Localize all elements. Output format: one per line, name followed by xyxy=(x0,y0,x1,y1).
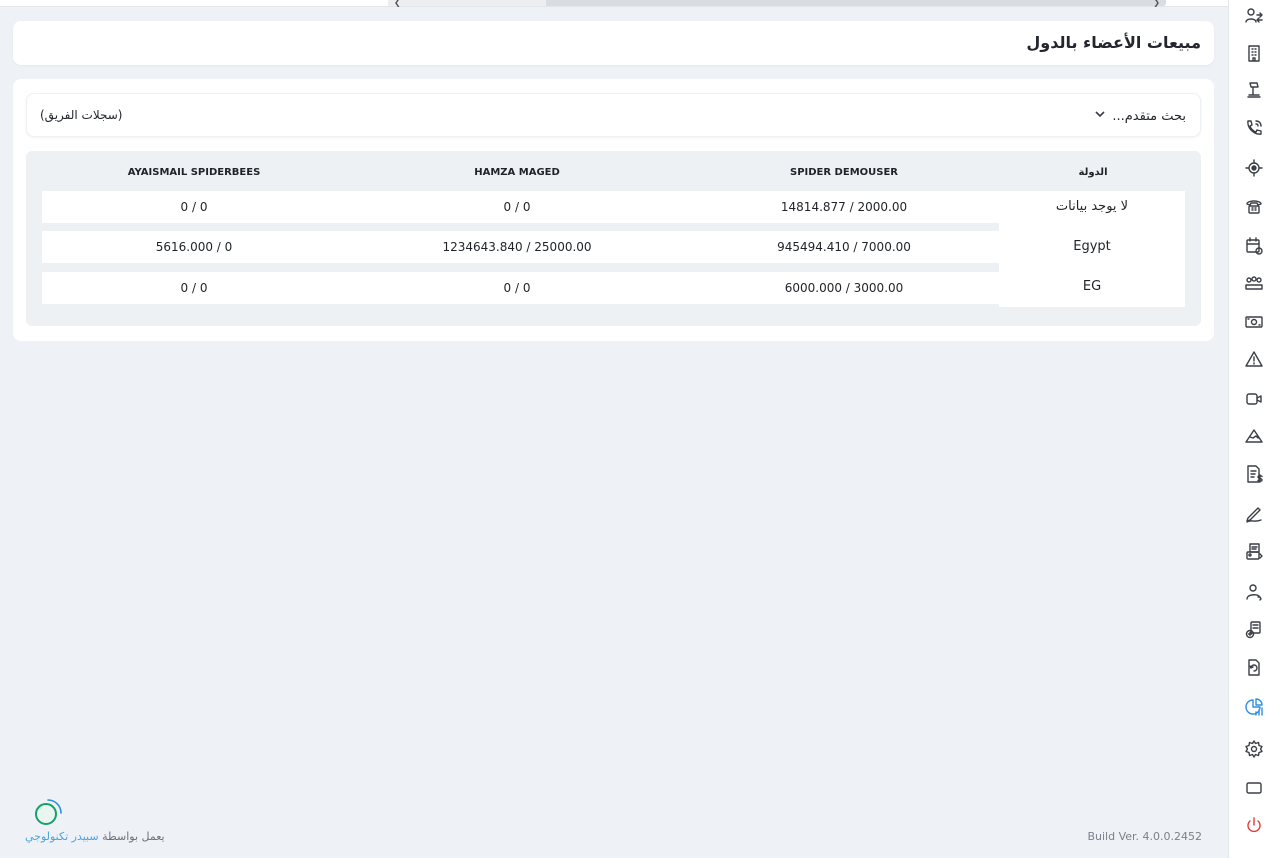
header-hamza-maged: HAMZA MAGED xyxy=(474,167,560,178)
sales-table: الدولة SPIDER DEMOUSER HAMZA MAGED AYAIS… xyxy=(26,151,1201,326)
cell-hamza-maged: 1234643.840 / 25000.00 xyxy=(442,240,592,254)
invoice-dollar-icon[interactable] xyxy=(1243,463,1265,485)
cell-hamza-maged: 0 / 0 xyxy=(503,200,531,214)
cell-country: لا يوجد بيانات xyxy=(1055,199,1129,214)
cell-spider-demouser: 945494.410 / 7000.00 xyxy=(777,240,911,254)
document-refresh-icon[interactable] xyxy=(1243,657,1265,679)
chevron-down-icon xyxy=(1094,108,1106,124)
target-icon[interactable] xyxy=(1243,157,1265,179)
sign-icon[interactable] xyxy=(1243,79,1265,101)
cell-spider-demouser: 6000.000 / 3000.00 xyxy=(784,281,904,295)
cell-country: EG xyxy=(1082,279,1102,294)
title-card: مبيعات الأعضاء بالدول xyxy=(13,21,1214,65)
document-add-icon[interactable] xyxy=(1243,619,1265,641)
signature-icon[interactable] xyxy=(1243,503,1265,525)
video-icon[interactable] xyxy=(1243,388,1265,410)
cell-ayaismail-spiderbees: 0 / 0 xyxy=(180,200,208,214)
loading-spinner-icon xyxy=(35,799,62,825)
cell-ayaismail-spiderbees: 0 / 0 xyxy=(180,281,208,295)
mountain-icon[interactable] xyxy=(1243,425,1265,447)
telephone-icon[interactable] xyxy=(1243,195,1265,217)
header-country: الدولة xyxy=(1078,167,1108,178)
powered-by: يعمل بواسطة سبيدر تكنولوجي xyxy=(25,830,165,843)
settings-icon[interactable] xyxy=(1243,738,1265,760)
cell-country: Egypt xyxy=(1073,239,1111,254)
page-title: مبيعات الأعضاء بالدول xyxy=(1026,33,1201,52)
powered-by-brand[interactable]: سبيدر تكنولوجي xyxy=(25,830,99,843)
user-call-icon[interactable] xyxy=(1243,581,1265,603)
cell-ayaismail-spiderbees: 5616.000 / 0 xyxy=(155,240,233,254)
calendar-settings-icon[interactable] xyxy=(1243,235,1265,257)
team-records-label[interactable]: (سجلات الفريق) xyxy=(40,108,122,122)
warning-icon[interactable] xyxy=(1243,348,1265,370)
building-icon[interactable] xyxy=(1243,42,1265,64)
scroll-left-arrow-icon[interactable]: ❮ xyxy=(394,0,401,7)
main-card: بحث متقدم... (سجلات الفريق) الدولة SPIDE… xyxy=(13,79,1214,341)
advanced-search-toggle[interactable]: بحث متقدم... xyxy=(1094,108,1186,124)
scroll-right-arrow-icon[interactable]: ❯ xyxy=(1153,0,1160,7)
team-icon[interactable] xyxy=(1243,273,1265,295)
printer-receipt-icon[interactable] xyxy=(1243,541,1265,563)
cell-spider-demouser: 14814.877 / 2000.00 xyxy=(780,200,908,214)
power-icon[interactable] xyxy=(1243,814,1265,836)
phone-wave-icon[interactable] xyxy=(1243,117,1265,139)
cell-hamza-maged: 0 / 0 xyxy=(503,281,531,295)
search-bar: بحث متقدم... (سجلات الفريق) xyxy=(26,93,1201,137)
advanced-search-label: بحث متقدم... xyxy=(1112,108,1186,124)
powered-by-prefix: يعمل بواسطة xyxy=(102,830,165,843)
users-exchange-icon[interactable] xyxy=(1243,5,1265,27)
window-icon[interactable] xyxy=(1243,777,1265,799)
horizontal-scrollbar[interactable]: ❮ ❯ xyxy=(388,0,1166,7)
sidebar xyxy=(1228,0,1278,858)
chart-report-icon[interactable] xyxy=(1243,696,1265,718)
build-version: Build Ver. 4.0.0.2452 xyxy=(1087,830,1202,843)
cash-icon[interactable] xyxy=(1243,311,1265,333)
header-ayaismail-spiderbees: AYAISMAIL SPIDERBEES xyxy=(127,167,261,178)
scrollbar-track-left xyxy=(388,0,546,6)
header-spider-demouser: SPIDER DEMOUSER xyxy=(789,167,899,178)
